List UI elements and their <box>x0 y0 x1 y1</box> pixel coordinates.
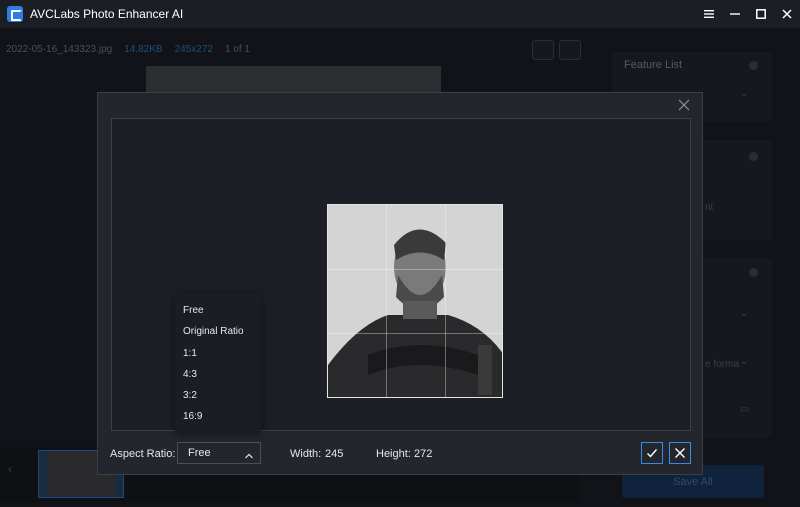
crop-controls: Aspect Ratio: Free Width: 245 Height: 27… <box>98 442 704 466</box>
app-logo-icon <box>7 6 23 22</box>
grid-line <box>445 205 446 397</box>
image-dimensions: 245x272 <box>174 44 213 55</box>
ratio-option-16-9[interactable]: 16:9 <box>183 411 202 422</box>
help-icon[interactable] <box>749 152 758 161</box>
menu-icon[interactable] <box>696 0 722 28</box>
crop-tool-button[interactable] <box>532 40 554 60</box>
grid-line <box>328 333 502 334</box>
bg-panel-text: nt <box>705 202 714 213</box>
aspect-ratio-dropdown: Free Original Ratio 1:1 4:3 3:2 16:9 <box>175 294 261 432</box>
check-icon <box>647 449 658 458</box>
page-count: 1 of 1 <box>224 44 250 55</box>
app-title: AVCLabs Photo Enhancer AI <box>30 7 184 21</box>
ratio-option-3-2[interactable]: 3:2 <box>183 390 197 401</box>
chevron-down-icon[interactable]: ⌄ <box>740 308 756 324</box>
height-value: 272 <box>414 448 433 460</box>
file-size: 14.82KB <box>124 44 163 55</box>
chevron-down-icon[interactable]: ⌄ <box>740 356 756 372</box>
aspect-ratio-label: Aspect Ratio: <box>110 448 176 460</box>
help-icon[interactable] <box>749 268 758 277</box>
title-bar: AVCLabs Photo Enhancer AI <box>0 0 800 28</box>
grid-line <box>386 205 387 397</box>
aspect-ratio-select[interactable]: Free <box>177 442 261 464</box>
portrait-image <box>328 205 502 397</box>
height-label: Height: <box>376 448 411 460</box>
width-value: 245 <box>325 448 344 460</box>
close-icon <box>675 448 685 458</box>
help-icon[interactable] <box>749 61 758 70</box>
aspect-ratio-value: Free <box>188 447 211 459</box>
ratio-option-free[interactable]: Free <box>183 305 204 316</box>
dialog-close-icon[interactable] <box>678 98 692 112</box>
grid-line <box>328 269 502 270</box>
chevron-up-icon <box>244 448 254 459</box>
confirm-crop-button[interactable] <box>641 442 663 464</box>
feature-list-title: Feature List <box>624 59 683 71</box>
maximize-icon[interactable] <box>748 0 774 28</box>
file-name: 2022-05-16_143323.jpg <box>6 44 113 55</box>
width-label: Width: <box>290 448 322 460</box>
ratio-option-4-3[interactable]: 4:3 <box>183 369 197 380</box>
ratio-option-1-1[interactable]: 1:1 <box>183 348 197 359</box>
window-controls <box>696 0 800 28</box>
minimize-icon[interactable] <box>722 0 748 28</box>
close-icon[interactable] <box>774 0 800 28</box>
bg-format-text: e forma <box>705 359 739 370</box>
crop-photo[interactable] <box>327 204 503 398</box>
folder-icon[interactable]: ▭ <box>740 404 756 420</box>
file-info-bar: 2022-05-16_143323.jpg 14.82KB 245x272 1 … <box>6 44 250 55</box>
chevron-left-icon[interactable]: ‹ <box>8 462 12 476</box>
cancel-crop-button[interactable] <box>669 442 691 464</box>
chevron-down-icon[interactable]: ⌄ <box>740 88 756 104</box>
ratio-option-original[interactable]: Original Ratio <box>183 326 244 337</box>
preview-eye-button[interactable] <box>559 40 581 60</box>
